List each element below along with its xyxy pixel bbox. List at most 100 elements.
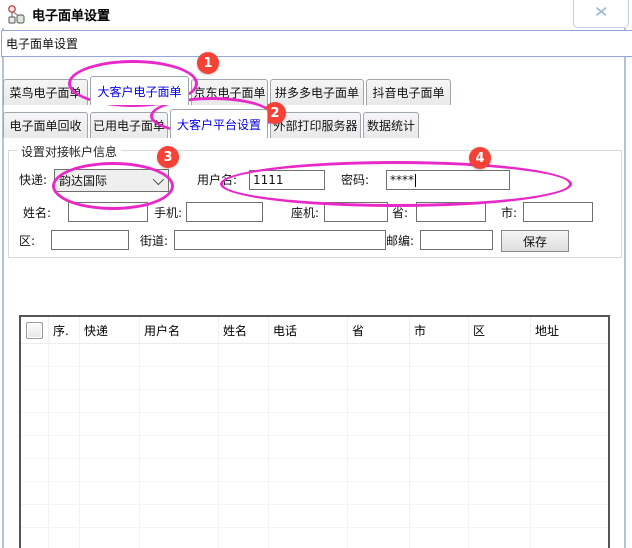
table-cell	[469, 505, 531, 527]
table-cell	[49, 413, 80, 435]
table-cell	[80, 413, 140, 435]
waybill-settings-dialog: 电子面单设置 ✕ 电子面单设置 菜鸟电子面单 大客户电子面单 京东电子面单 拼多…	[0, 0, 632, 548]
col-username: 用户名	[140, 317, 219, 343]
table-cell	[21, 459, 49, 481]
table-row[interactable]	[21, 528, 608, 548]
tab-pdd-waybill[interactable]: 拼多多电子面单	[270, 79, 364, 105]
courier-label: 快递:	[19, 173, 48, 187]
col-courier: 快递	[80, 317, 140, 343]
table-cell	[269, 344, 348, 366]
table-cell	[80, 505, 140, 527]
street-input[interactable]	[174, 230, 386, 250]
table-row[interactable]	[21, 367, 608, 390]
table-cell	[140, 528, 219, 548]
zip-input[interactable]	[420, 230, 493, 250]
tab-key-account-platform-settings[interactable]: 大客户平台设置	[170, 109, 268, 138]
annotation-ellipse-4	[220, 161, 572, 207]
tab-key-account-waybill[interactable]: 大客户电子面单	[90, 76, 189, 105]
table-cell	[21, 367, 49, 389]
table-cell	[140, 482, 219, 504]
tabs-row2: 电子面单回收 已用电子面单 大客户平台设置 外部打印服务器 数据统计	[3, 109, 421, 138]
table-cell	[49, 390, 80, 412]
table-cell	[21, 390, 49, 412]
table-cell	[219, 482, 269, 504]
annotation-badge-4: 4	[469, 147, 491, 169]
waybill-name-input[interactable]: 电子面单设置	[1, 30, 632, 57]
col-phone: 电话	[269, 317, 348, 343]
table-cell	[348, 459, 410, 481]
city-label: 市:	[501, 206, 518, 220]
table-cell	[410, 459, 469, 481]
table-row[interactable]	[21, 482, 608, 505]
annotation-badge-3: 3	[157, 146, 179, 168]
dialog-left-border	[2, 28, 4, 548]
table-row[interactable]	[21, 413, 608, 436]
table-row[interactable]	[21, 459, 608, 482]
table-cell	[80, 344, 140, 366]
table-cell	[469, 482, 531, 504]
table-cell	[140, 344, 219, 366]
table-cell	[21, 482, 49, 504]
table-row[interactable]	[21, 436, 608, 459]
table-cell	[140, 413, 219, 435]
mobile-input[interactable]	[186, 202, 263, 222]
dialog-right-border	[624, 28, 626, 548]
network-nodes-icon	[8, 5, 25, 24]
table-cell	[269, 390, 348, 412]
table-cell	[469, 367, 531, 389]
table-row[interactable]	[21, 390, 608, 413]
table-cell	[49, 459, 80, 481]
table-row[interactable]	[21, 505, 608, 528]
table-cell	[348, 505, 410, 527]
table-cell	[531, 482, 608, 504]
table-cell	[531, 367, 608, 389]
table-cell	[80, 482, 140, 504]
table-cell	[140, 505, 219, 527]
col-province: 省	[348, 317, 410, 343]
table-cell	[49, 344, 80, 366]
table-cell	[49, 505, 80, 527]
accounts-table-body	[21, 344, 608, 548]
table-row[interactable]	[21, 344, 608, 367]
table-cell	[531, 413, 608, 435]
table-cell	[531, 459, 608, 481]
table-cell	[219, 436, 269, 458]
col-address: 地址	[535, 323, 560, 338]
accounts-table: 序. 快递 用户名 姓名 电话 省 市 区 地址	[19, 315, 610, 548]
table-cell	[80, 436, 140, 458]
table-cell	[410, 367, 469, 389]
table-cell	[531, 528, 608, 548]
table-cell	[348, 413, 410, 435]
table-cell	[21, 505, 49, 527]
tab-data-statistics[interactable]: 数据统计	[363, 112, 419, 138]
select-all-checkbox[interactable]	[26, 321, 43, 339]
city-input[interactable]	[523, 202, 593, 222]
table-cell	[348, 344, 410, 366]
table-cell	[219, 505, 269, 527]
close-button[interactable]: ✕	[573, 0, 629, 28]
district-input[interactable]	[51, 230, 129, 250]
table-cell	[140, 459, 219, 481]
table-cell	[80, 390, 140, 412]
tab-douyin-waybill[interactable]: 抖音电子面单	[366, 79, 451, 105]
table-cell	[269, 436, 348, 458]
table-cell	[140, 390, 219, 412]
table-cell	[410, 413, 469, 435]
table-cell	[269, 528, 348, 548]
col-district: 区	[469, 317, 531, 343]
group-title: 设置对接帐户信息	[17, 143, 122, 160]
table-cell	[21, 413, 49, 435]
table-cell	[410, 528, 469, 548]
table-cell	[269, 459, 348, 481]
save-button[interactable]: 保存	[501, 230, 569, 252]
table-cell	[469, 344, 531, 366]
table-cell	[140, 367, 219, 389]
waybill-name-value: 电子面单设置	[6, 37, 79, 51]
table-cell	[219, 459, 269, 481]
table-cell	[348, 436, 410, 458]
table-cell	[49, 367, 80, 389]
mobile-label: 手机:	[154, 206, 183, 220]
tab-waybill-recycle[interactable]: 电子面单回收	[3, 112, 88, 138]
table-cell	[219, 367, 269, 389]
table-cell	[80, 459, 140, 481]
